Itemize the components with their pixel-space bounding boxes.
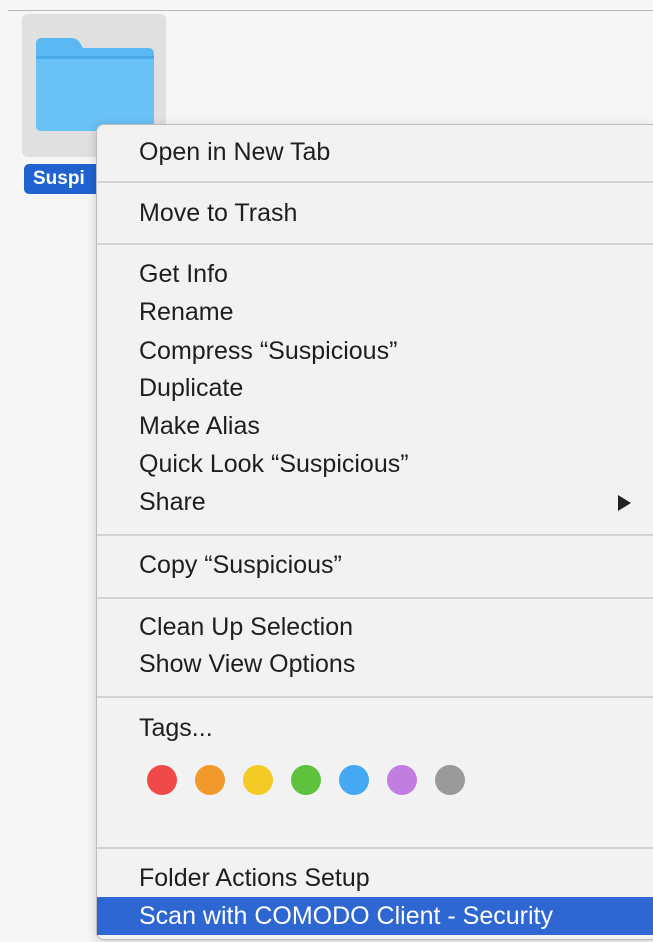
menu-item-show-view-options[interactable]: Show View Options <box>97 646 653 683</box>
menu-item-open-in-new-tab[interactable]: Open in New Tab <box>97 134 653 171</box>
menu-separator <box>97 181 653 183</box>
menu-item-folder-actions-setup[interactable]: Folder Actions Setup <box>97 860 653 897</box>
menu-item-copy[interactable]: Copy “Suspicious” <box>97 547 653 584</box>
window-top-border <box>8 10 653 11</box>
menu-item-scan-with-comodo[interactable]: Scan with COMODO Client - Security <box>97 897 653 935</box>
menu-separator <box>97 847 653 849</box>
context-menu: Open in New Tab Move to Trash Get Info R… <box>96 124 653 940</box>
menu-item-duplicate[interactable]: Duplicate <box>97 370 653 407</box>
menu-item-get-info[interactable]: Get Info <box>97 256 653 293</box>
menu-item-tags[interactable]: Tags... <box>97 710 653 747</box>
menu-item-make-alias[interactable]: Make Alias <box>97 408 653 445</box>
menu-separator <box>97 243 653 245</box>
folder-icon[interactable] <box>34 36 156 132</box>
tag-dot-green[interactable] <box>291 765 321 795</box>
menu-separator <box>97 696 653 698</box>
menu-item-compress[interactable]: Compress “Suspicious” <box>97 333 653 370</box>
tag-dot-yellow[interactable] <box>243 765 273 795</box>
menu-item-quick-look[interactable]: Quick Look “Suspicious” <box>97 446 653 483</box>
menu-item-clean-up-selection[interactable]: Clean Up Selection <box>97 609 653 646</box>
menu-separator <box>97 534 653 536</box>
menu-item-rename[interactable]: Rename <box>97 294 653 331</box>
tag-dot-purple[interactable] <box>387 765 417 795</box>
menu-item-move-to-trash[interactable]: Move to Trash <box>97 195 653 232</box>
menu-item-share-label: Share <box>139 488 206 516</box>
tag-dot-red[interactable] <box>147 765 177 795</box>
menu-item-share[interactable]: Share <box>97 484 653 521</box>
menu-separator <box>97 597 653 599</box>
submenu-arrow-icon <box>618 495 631 511</box>
tag-dot-blue[interactable] <box>339 765 369 795</box>
tag-dot-gray[interactable] <box>435 765 465 795</box>
tag-dot-orange[interactable] <box>195 765 225 795</box>
